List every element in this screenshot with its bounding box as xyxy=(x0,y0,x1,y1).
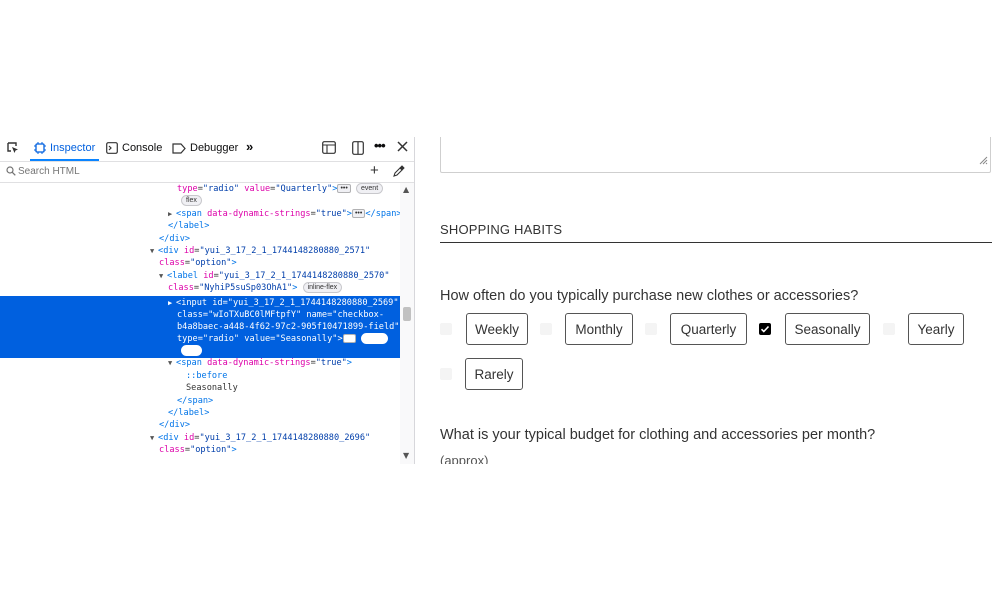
option-yearly[interactable]: Yearly xyxy=(908,313,964,345)
selected-node[interactable]: ▶ <input id="yui_3_17_2_1_1744148280880_2… xyxy=(0,296,400,358)
collapse-triangle-icon[interactable]: ▼ xyxy=(159,270,167,282)
resize-grip-icon[interactable] xyxy=(978,152,988,170)
markup-tree: type="radio" value="Quarterly"> ••• event… xyxy=(0,183,400,464)
eyedropper-icon[interactable] xyxy=(393,165,405,180)
tree-row[interactable]: class="option"> xyxy=(159,257,400,269)
option-weekly[interactable]: Weekly xyxy=(466,313,528,345)
checkbox-monthly[interactable] xyxy=(540,323,552,335)
survey-page: SHOPPING HABITS How often do you typical… xyxy=(440,137,992,464)
event-badge[interactable]: event xyxy=(356,183,384,194)
collapse-triangle-icon[interactable]: ▼ xyxy=(168,357,176,369)
tree-row: flex xyxy=(181,345,400,357)
menu-dots-icon[interactable]: ••• xyxy=(374,138,386,153)
scroll-up-icon[interactable]: ▲ xyxy=(403,185,409,194)
devtools-panel: Inspector Console Debugger » ••• + type=… xyxy=(0,137,415,464)
markup-scrollbar[interactable]: ▲ ▼ xyxy=(400,183,414,464)
collapse-triangle-icon[interactable]: ▼ xyxy=(150,432,158,444)
close-icon[interactable] xyxy=(397,141,408,155)
debugger-icon xyxy=(172,142,186,154)
checkbox-yearly[interactable] xyxy=(883,323,895,335)
tree-row[interactable]: Seasonally xyxy=(186,382,400,394)
flex-badge[interactable]: flex xyxy=(181,195,202,206)
checkbox-weekly[interactable] xyxy=(440,323,452,335)
tree-row[interactable]: ▼ <div id="yui_3_17_2_1_1744148280880_269… xyxy=(150,432,400,444)
inline-flex-badge[interactable]: inline-flex xyxy=(302,282,343,293)
html-search-bar: + xyxy=(0,162,414,183)
tree-row[interactable]: b4a8baec-a448-4f62-97c2-905f10471899-fie… xyxy=(177,321,400,333)
tree-row[interactable]: ▶ <span data-dynamic-strings="true"> ••• </… xyxy=(168,208,400,220)
devtools-toolbar: Inspector Console Debugger » ••• xyxy=(0,137,414,162)
console-icon xyxy=(106,142,118,154)
checkbox-quarterly[interactable] xyxy=(645,323,657,335)
tree-row[interactable]: ▼ <span data-dynamic-strings="true"> xyxy=(168,357,400,369)
expand-triangle-icon[interactable]: ▶ xyxy=(168,297,176,309)
scroll-down-icon[interactable]: ▼ xyxy=(403,451,409,460)
tab-debugger-label: Debugger xyxy=(190,142,239,154)
scroll-thumb[interactable] xyxy=(403,307,411,321)
option-rarely[interactable]: Rarely xyxy=(465,358,523,390)
option-quarterly[interactable]: Quarterly xyxy=(670,313,747,345)
tree-row: flex xyxy=(181,195,400,207)
tree-row[interactable]: </div> xyxy=(159,233,400,245)
checkbox-rarely[interactable] xyxy=(440,368,452,380)
tab-inspector[interactable]: Inspector xyxy=(30,137,100,161)
inspector-icon xyxy=(34,142,46,154)
tab-inspector-label: Inspector xyxy=(50,142,96,154)
checkbox-seasonally[interactable] xyxy=(759,323,771,335)
tree-row[interactable]: type="radio" value="Quarterly"> ••• event xyxy=(177,183,400,195)
collapsed-dots[interactable]: ••• xyxy=(351,209,366,218)
purchase-frequency-question: How often do you typically purchase new … xyxy=(440,288,859,304)
budget-question: What is your typical budget for clothing… xyxy=(440,427,876,443)
flex-badge[interactable]: flex xyxy=(181,345,202,356)
tab-console-label: Console xyxy=(122,142,163,154)
tree-row[interactable]: type="radio" value="Seasonally"> ••• even… xyxy=(177,333,400,345)
tree-row[interactable]: ▼ <div id="yui_3_17_2_1_1744148280880_257… xyxy=(150,245,400,257)
element-picker-icon[interactable] xyxy=(6,141,20,155)
search-icon xyxy=(6,166,16,179)
tree-row[interactable]: class="NyhiP5suSp03OhA1"> inline-flex xyxy=(168,282,400,294)
layout-icon[interactable] xyxy=(322,141,336,157)
tree-row[interactable]: </label> xyxy=(168,220,400,232)
event-badge[interactable]: event xyxy=(361,333,389,344)
tree-row[interactable]: ▼ <label id="yui_3_17_2_1_1744148280880_2… xyxy=(159,270,400,282)
section-heading: SHOPPING HABITS xyxy=(440,222,563,237)
section-divider xyxy=(440,242,992,243)
collapsed-dots[interactable]: ••• xyxy=(342,334,356,343)
option-monthly[interactable]: Monthly xyxy=(565,313,633,345)
more-tabs-icon[interactable]: » xyxy=(246,139,253,154)
tree-row[interactable]: class="wIoTXuBC0lMFtpfY" name="checkbox- xyxy=(177,309,400,321)
tree-row[interactable]: </span> xyxy=(177,395,400,407)
tree-row[interactable]: </label> xyxy=(168,407,400,419)
tree-row[interactable]: ::before xyxy=(186,370,400,382)
tree-row[interactable]: ▶ <input id="yui_3_17_2_1_1744148280880_2… xyxy=(168,297,400,309)
collapsed-dots[interactable]: ••• xyxy=(337,184,351,193)
tab-console[interactable]: Console xyxy=(106,137,162,159)
tree-row[interactable]: class="option"> xyxy=(159,444,400,456)
add-node-icon[interactable]: + xyxy=(370,162,379,179)
search-html-input[interactable] xyxy=(18,164,318,179)
tab-debugger[interactable]: Debugger xyxy=(172,137,238,159)
tree-row[interactable]: </div> xyxy=(159,419,400,431)
expand-triangle-icon[interactable]: ▶ xyxy=(168,208,176,220)
option-seasonally[interactable]: Seasonally xyxy=(785,313,870,345)
checkmark-icon xyxy=(760,325,770,333)
budget-question-note: (approx) xyxy=(440,453,489,464)
dock-icon[interactable] xyxy=(352,141,364,158)
comment-textarea[interactable] xyxy=(440,137,991,173)
collapse-triangle-icon[interactable]: ▼ xyxy=(150,245,158,257)
